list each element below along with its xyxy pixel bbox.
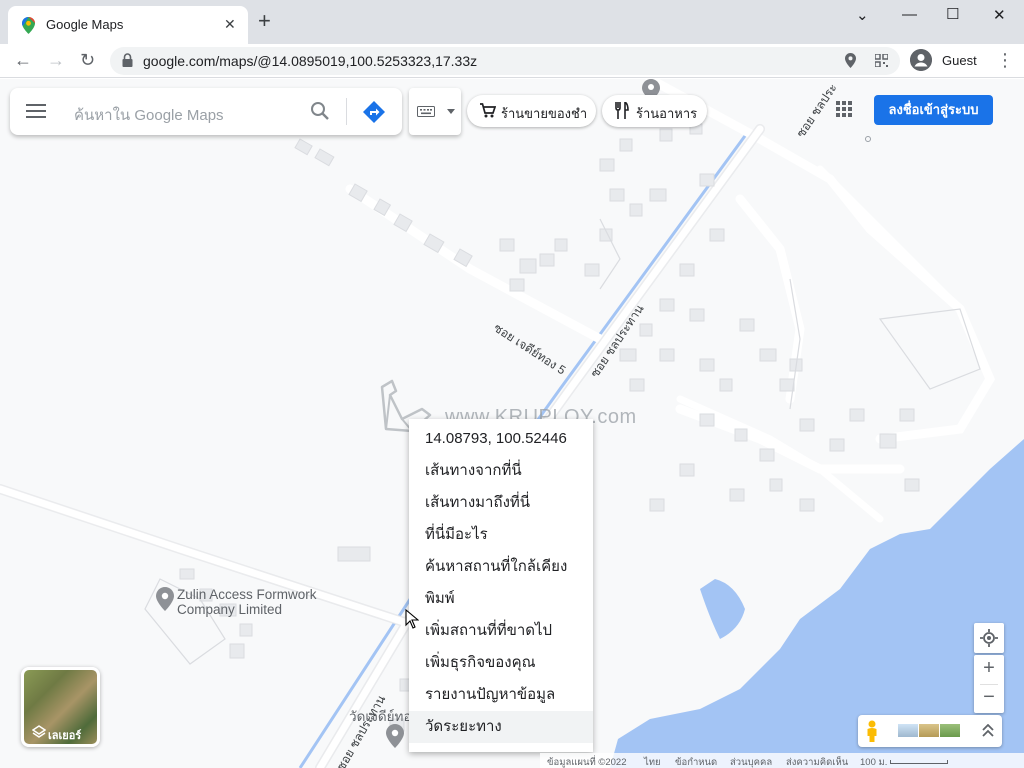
search-icon[interactable]: [310, 101, 330, 121]
address-bar[interactable]: google.com/maps/@14.0895019,100.5253323,…: [110, 47, 900, 75]
my-location-icon: [980, 629, 998, 647]
footer-feedback[interactable]: ส่งความคิดเห็น: [786, 755, 848, 768]
place-label-temple[interactable]: วัดเจดีย์ทอ: [349, 705, 412, 727]
search-box[interactable]: ค้นหาใน Google Maps: [10, 88, 402, 135]
chevron-down-icon[interactable]: ⌄: [856, 6, 869, 24]
zoom-out-button[interactable]: −: [974, 686, 1004, 709]
scale-bar: [890, 760, 948, 764]
place-label-zulin[interactable]: Zulin Access Formwork Company Limited: [177, 587, 317, 617]
map-canvas[interactable]: ซอย เจดีย์ทอง 5 ซอย ชลประทาน ซอย ชลประ ซ…: [0, 79, 1024, 768]
chip-restaurant[interactable]: ร้านอาหาร: [602, 95, 707, 127]
tab-bar: Google Maps ✕ + ⌄ — ☐ ✕: [0, 0, 1024, 44]
restaurant-icon: [615, 102, 629, 119]
profile-button[interactable]: Guest: [910, 49, 982, 73]
forward-arrow-icon[interactable]: →: [47, 50, 65, 71]
footer-language[interactable]: ไทย: [644, 755, 661, 768]
water-inlet: [700, 579, 745, 639]
menu-item-measure-distance[interactable]: วัดระยะทาง: [409, 711, 593, 743]
map-data-copyright[interactable]: ข้อมูลแผนที่ ©2022: [547, 755, 627, 768]
footer-terms[interactable]: ข้อกำหนด: [675, 755, 717, 768]
chip-label: ร้านอาหาร: [636, 106, 698, 121]
zoom-controls: + −: [974, 655, 1004, 713]
input-tools-button[interactable]: [409, 88, 461, 135]
scale-label[interactable]: 100 ม.: [860, 755, 887, 768]
minimize-icon[interactable]: —: [902, 6, 917, 23]
menu-item-report-data-problem[interactable]: รายงานปัญหาข้อมูล: [409, 679, 593, 711]
tab-google-maps[interactable]: Google Maps ✕: [8, 6, 248, 44]
location-pin-icon[interactable]: [845, 53, 856, 68]
mouse-cursor-icon: [405, 609, 419, 629]
tab-close-icon[interactable]: ✕: [224, 16, 236, 33]
menu-item-add-missing-place[interactable]: เพิ่มสถานที่ที่ขาดไป: [409, 615, 593, 647]
profile-name: Guest: [942, 53, 977, 68]
search-divider: [346, 98, 347, 125]
zoom-in-button[interactable]: +: [974, 657, 1004, 680]
maximize-icon[interactable]: ☐: [946, 5, 959, 23]
menu-item-whats-here[interactable]: ที่นี่มีอะไร: [409, 519, 593, 551]
context-menu: 14.08793, 100.52446 เส้นทางจากที่นี่ เส้…: [409, 419, 593, 752]
shopping-cart-icon: [480, 103, 496, 118]
footer-privacy[interactable]: ส่วนบุคคล: [730, 755, 772, 768]
place-label-line: Company Limited: [177, 602, 283, 617]
expand-up-icon[interactable]: [982, 724, 994, 738]
chip-label: ร้านขายของชำ: [501, 106, 588, 121]
avatar-icon: [910, 49, 932, 71]
browser-toolbar: ← → ↻ google.com/maps/@14.0895019,100.52…: [0, 44, 1024, 78]
google-apps-grid-icon[interactable]: [836, 101, 852, 117]
menu-item-directions-from[interactable]: เส้นทางจากที่นี่: [409, 455, 593, 487]
qr-code-icon[interactable]: [875, 54, 888, 67]
google-maps-pin-icon: [22, 17, 35, 34]
menu-item-search-nearby[interactable]: ค้นหาสถานที่ใกล้เคียง: [409, 551, 593, 583]
my-location-button[interactable]: [974, 623, 1004, 653]
tab-title: Google Maps: [46, 17, 124, 32]
directions-icon[interactable]: [362, 100, 386, 124]
menu-item-coordinates[interactable]: 14.08793, 100.52446: [409, 423, 593, 455]
more-vertical-icon[interactable]: ⋮: [996, 50, 1014, 71]
keyboard-icon: [417, 106, 435, 117]
search-input[interactable]: ค้นหาใน Google Maps: [74, 103, 224, 127]
new-tab-button[interactable]: +: [258, 10, 271, 32]
map-footer: ข้อมูลแผนที่ ©2022 ไทย ข้อกำหนด ส่วนบุคค…: [540, 753, 1024, 768]
browser-window: Google Maps ✕ + ⌄ — ☐ ✕ ← → ↻ google.com…: [0, 0, 1024, 768]
close-window-icon[interactable]: ✕: [993, 6, 1006, 24]
imagery-thumbnail[interactable]: [940, 724, 960, 737]
pegman-icon[interactable]: [866, 720, 878, 742]
menu-item-print[interactable]: พิมพ์: [409, 583, 593, 615]
back-arrow-icon[interactable]: ←: [14, 50, 32, 71]
menu-item-directions-to[interactable]: เส้นทางมาถึงที่นี่: [409, 487, 593, 519]
hamburger-menu-icon[interactable]: [26, 103, 46, 119]
street-view-bar: [858, 715, 1002, 747]
sign-in-button[interactable]: ลงชื่อเข้าสู่ระบบ: [874, 95, 993, 125]
reload-icon[interactable]: ↻: [80, 50, 95, 71]
imagery-thumbnail[interactable]: [919, 724, 939, 737]
zoom-divider: [980, 684, 998, 685]
lock-icon: [122, 53, 133, 67]
layers-icon: [32, 725, 46, 738]
place-label-line: Zulin Access Formwork: [177, 587, 317, 602]
imagery-thumbnail[interactable]: [898, 724, 918, 737]
layers-button[interactable]: เลเยอร์: [21, 667, 100, 747]
layers-label: เลเยอร์: [48, 730, 82, 742]
url-text: google.com/maps/@14.0895019,100.5253323,…: [143, 53, 478, 69]
dropdown-arrow-icon: [447, 109, 455, 114]
chip-grocery[interactable]: ร้านขายของชำ: [467, 95, 596, 127]
menu-item-add-business[interactable]: เพิ่มธุรกิจของคุณ: [409, 647, 593, 679]
